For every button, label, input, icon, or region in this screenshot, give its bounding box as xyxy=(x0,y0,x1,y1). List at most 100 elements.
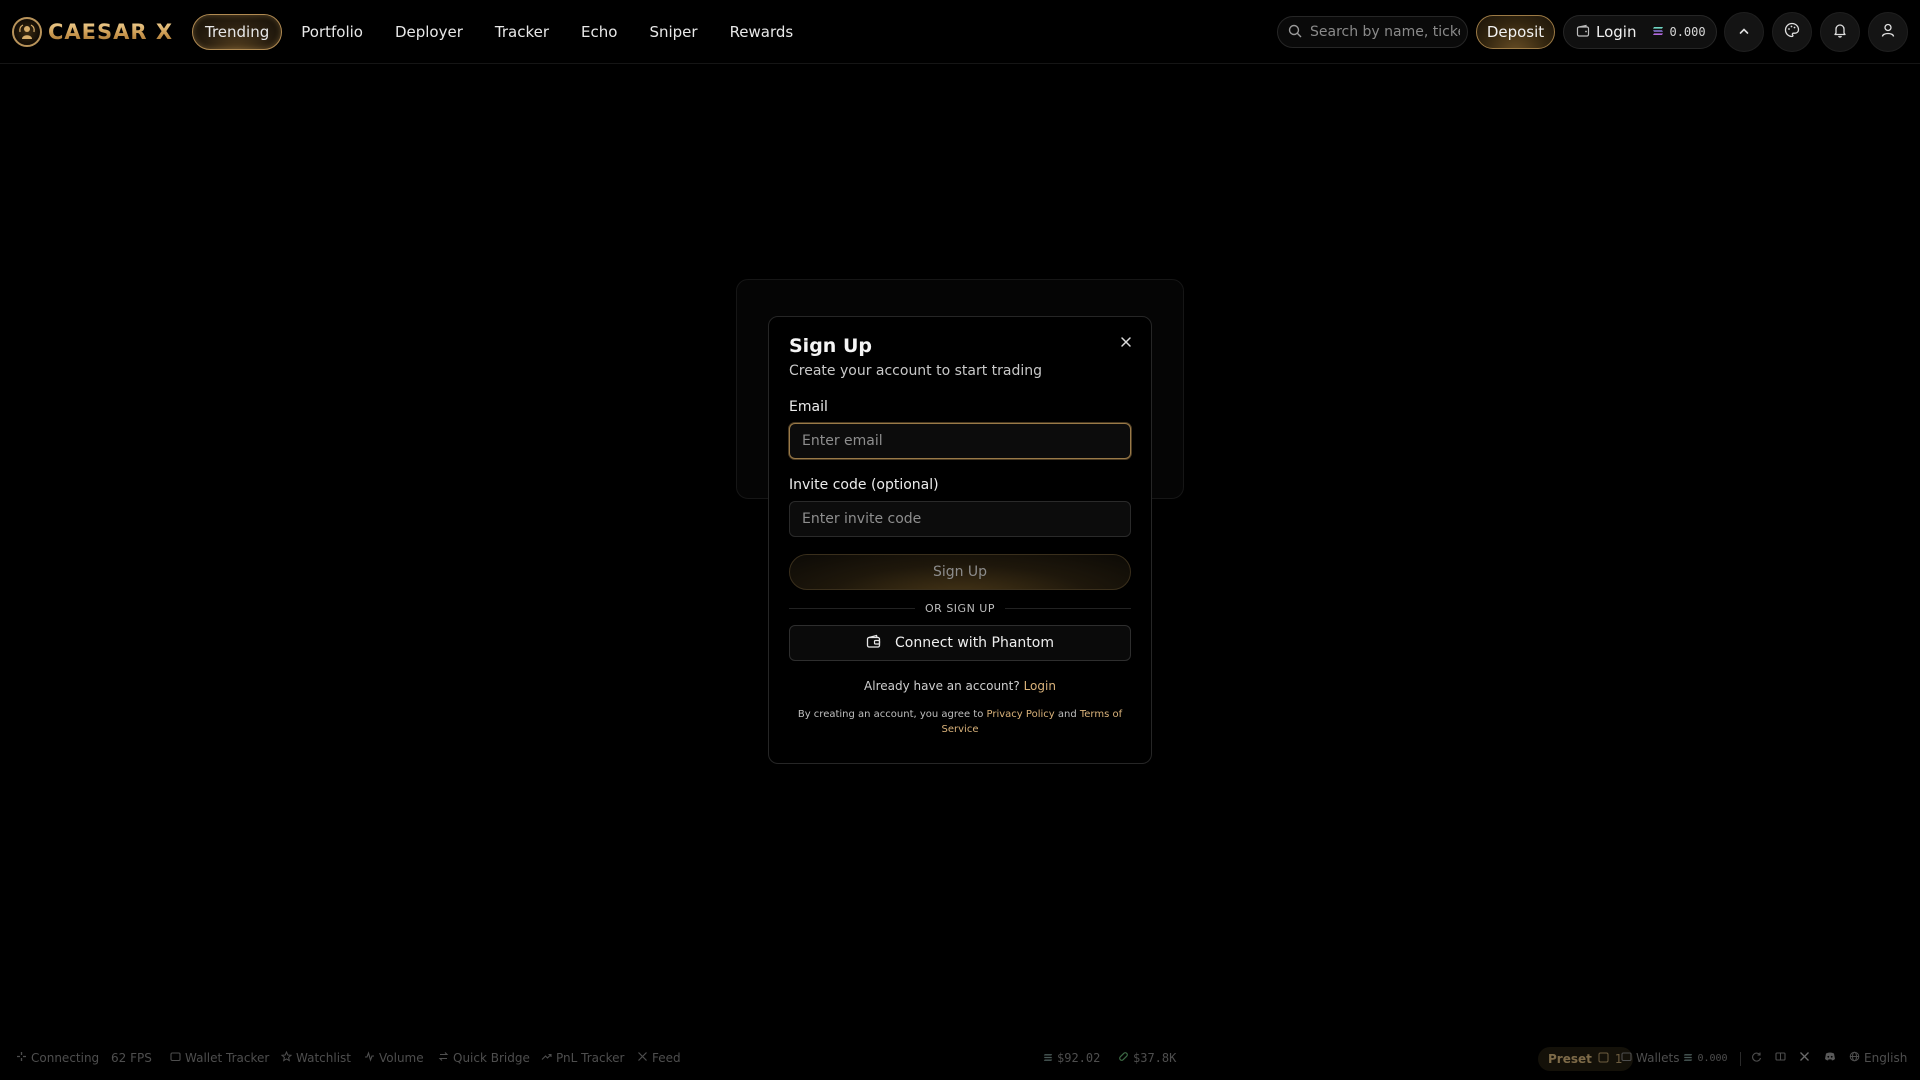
palette-icon xyxy=(1784,22,1800,42)
volume-label: Volume xyxy=(379,1051,424,1065)
nav-tab-trending[interactable]: Trending xyxy=(192,14,283,50)
x-social-link[interactable] xyxy=(1799,1051,1810,1065)
connect-phantom-label: Connect with Phantom xyxy=(895,635,1054,651)
login-wallet-button[interactable]: Login 0.000 xyxy=(1563,15,1717,49)
secondary-price-value: $37.8K xyxy=(1133,1051,1177,1065)
refresh-icon xyxy=(1751,1051,1762,1065)
balance-value: 0.000 xyxy=(1669,25,1706,39)
profile-button[interactable] xyxy=(1868,12,1908,52)
balance-display: 0.000 xyxy=(1652,25,1706,39)
modal-subtitle: Create your account to start trading xyxy=(789,363,1043,379)
close-icon xyxy=(1120,333,1132,352)
language-selector[interactable]: English xyxy=(1849,1051,1907,1065)
wallet-icon xyxy=(170,1051,181,1065)
brand-logo[interactable]: CAESAR X xyxy=(12,14,173,50)
deposit-button[interactable]: Deposit xyxy=(1476,15,1555,49)
login-label: Login xyxy=(1596,23,1637,41)
layout-button[interactable] xyxy=(1775,1051,1786,1065)
quick-bridge-label: Quick Bridge xyxy=(453,1051,530,1065)
nav-tab-deployer[interactable]: Deployer xyxy=(382,14,476,50)
x-logo-icon xyxy=(1799,1051,1810,1065)
star-icon xyxy=(280,1050,293,1065)
brand-name: CAESAR X xyxy=(48,20,174,44)
connection-status-text: Connecting xyxy=(31,1051,100,1065)
nav-tab-sniper[interactable]: Sniper xyxy=(636,14,710,50)
theme-button[interactable] xyxy=(1772,12,1812,52)
footer-feed[interactable]: Feed xyxy=(637,1051,681,1065)
activity-icon xyxy=(364,1051,375,1065)
solana-icon xyxy=(1683,1051,1693,1065)
login-prompt: Already have an account? Login xyxy=(789,679,1131,693)
nav-tab-tracker[interactable]: Tracker xyxy=(482,14,562,50)
terms-prefix: By creating an account, you agree to xyxy=(797,709,984,720)
preset-button[interactable]: Preset 1 xyxy=(1538,1047,1633,1071)
wallets-balance: 0.000 xyxy=(1697,1052,1728,1064)
invite-code-field[interactable] xyxy=(789,501,1131,537)
terms-and: and xyxy=(1057,709,1077,720)
trend-up-icon xyxy=(541,1051,552,1065)
sol-price: $92.02 xyxy=(1043,1051,1100,1065)
divider-line-left xyxy=(789,608,916,609)
language-label: English xyxy=(1864,1051,1908,1065)
close-button[interactable] xyxy=(1117,333,1135,351)
nav-tab-rewards[interactable]: Rewards xyxy=(717,14,807,50)
user-icon xyxy=(1880,22,1896,42)
preset-key-icon xyxy=(1598,1052,1609,1066)
wallet-icon xyxy=(866,634,881,653)
preset-label: Preset xyxy=(1548,1052,1592,1066)
x-logo-icon xyxy=(637,1051,648,1065)
globe-icon xyxy=(1849,1051,1860,1065)
collapse-button[interactable] xyxy=(1724,12,1764,52)
footer-pnl-tracker[interactable]: PnL Tracker xyxy=(541,1051,624,1065)
watchlist-label: Watchlist xyxy=(296,1051,351,1065)
secondary-price: $37.8K xyxy=(1118,1051,1176,1065)
pnl-tracker-label: PnL Tracker xyxy=(556,1051,625,1065)
bell-icon xyxy=(1832,22,1848,42)
wallet-icon xyxy=(1576,23,1590,42)
signup-modal: Sign Up Create your account to start tra… xyxy=(768,316,1152,764)
discord-link[interactable] xyxy=(1824,1051,1836,1065)
terms-notice: By creating an account, you agree to Pri… xyxy=(789,707,1131,737)
chevron-up-icon xyxy=(1737,23,1751,42)
wallets-label: Wallets xyxy=(1636,1051,1680,1065)
feed-label: Feed xyxy=(652,1051,681,1065)
status-footer: Connecting 62 FPS Wallet Tracker Watchli… xyxy=(0,1046,1920,1072)
footer-quick-bridge[interactable]: Quick Bridge xyxy=(438,1051,530,1065)
search-box[interactable] xyxy=(1277,16,1468,48)
pill-icon xyxy=(1118,1051,1129,1065)
connect-phantom-button[interactable]: Connect with Phantom xyxy=(789,625,1131,661)
solana-icon xyxy=(1043,1051,1053,1065)
or-divider: OR SIGN UP xyxy=(789,602,1131,615)
invite-code-label: Invite code (optional) xyxy=(789,477,939,493)
footer-wallets[interactable]: Wallets 0.000 xyxy=(1621,1051,1728,1065)
search-input[interactable] xyxy=(1310,24,1460,40)
footer-wallet-tracker[interactable]: Wallet Tracker xyxy=(170,1051,269,1065)
swap-icon xyxy=(438,1051,449,1065)
notifications-button[interactable] xyxy=(1820,12,1860,52)
divider-line-right xyxy=(1004,608,1131,609)
login-link[interactable]: Login xyxy=(1024,679,1056,693)
privacy-policy-link[interactable]: Privacy Policy xyxy=(987,709,1055,720)
wallet-icon xyxy=(1621,1051,1632,1065)
wallet-tracker-label: Wallet Tracker xyxy=(185,1051,270,1065)
top-header: CAESAR X Trending Portfolio Deployer Tra… xyxy=(0,0,1920,64)
nav-tab-echo[interactable]: Echo xyxy=(568,14,630,50)
nav-tab-portfolio[interactable]: Portfolio xyxy=(288,14,376,50)
refresh-button[interactable] xyxy=(1751,1051,1762,1065)
divider-text: OR SIGN UP xyxy=(925,602,995,615)
search-icon xyxy=(1288,23,1302,42)
connection-status: Connecting xyxy=(16,1051,99,1065)
solana-icon xyxy=(1652,25,1664,39)
email-field[interactable] xyxy=(789,423,1131,459)
email-label: Email xyxy=(789,399,828,415)
modal-title: Sign Up xyxy=(789,335,872,357)
discord-icon xyxy=(1824,1051,1836,1065)
connection-icon xyxy=(16,1051,27,1065)
footer-watchlist[interactable]: Watchlist xyxy=(280,1050,351,1065)
signup-button[interactable]: Sign Up xyxy=(789,554,1131,590)
caesar-emblem-icon xyxy=(12,17,42,47)
book-icon xyxy=(1775,1051,1786,1065)
main-nav: Trending Portfolio Deployer Tracker Echo… xyxy=(192,14,812,50)
already-text: Already have an account? xyxy=(864,679,1020,693)
footer-volume[interactable]: Volume xyxy=(364,1051,424,1065)
